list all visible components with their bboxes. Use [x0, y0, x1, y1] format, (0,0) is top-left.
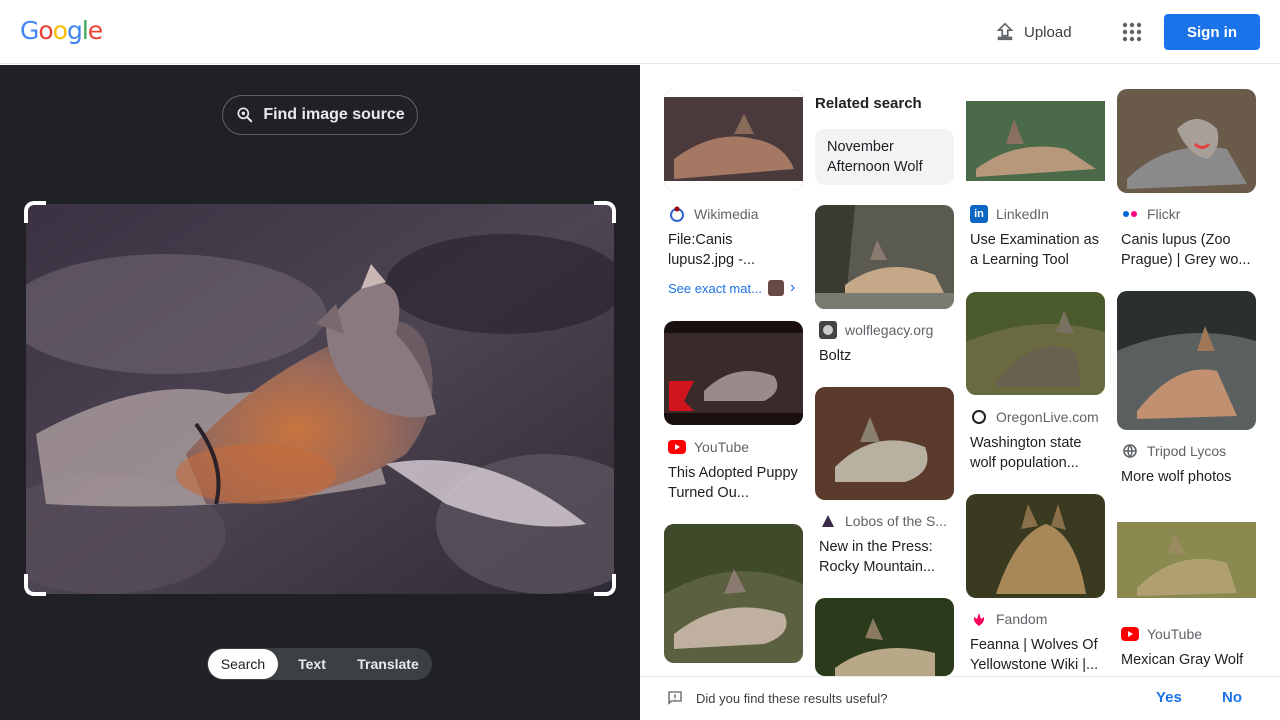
sign-in-button[interactable]: Sign in — [1164, 14, 1260, 50]
query-wolf-image — [26, 204, 614, 594]
result-title[interactable]: More wolf photos — [1121, 467, 1256, 487]
chevron-right-icon: › — [789, 279, 796, 296]
feedback-yes-button[interactable]: Yes — [1156, 689, 1182, 706]
crop-handle-top-left[interactable] — [24, 201, 46, 223]
result-thumbnail[interactable] — [1117, 89, 1256, 193]
lobos-icon — [819, 512, 837, 530]
result-title[interactable]: This Adopted Puppy Turned Ou... — [668, 463, 798, 503]
crop-handle-top-right[interactable] — [594, 201, 616, 223]
result-title[interactable]: New in the Press: Rocky Mountain... — [819, 537, 949, 577]
query-image-panel: Find image source Search Text Translate — [0, 65, 640, 720]
result-source-name: Lobos of the S... — [845, 513, 947, 529]
see-exact-label: See exact mat... — [668, 280, 762, 296]
fandom-icon — [970, 610, 988, 628]
result-source[interactable]: Flickr — [1121, 205, 1256, 223]
result-source-name: wolflegacy.org — [845, 322, 934, 338]
result-source-name: Flickr — [1147, 206, 1181, 222]
result-thumbnail[interactable] — [664, 89, 803, 191]
wikimedia-icon — [668, 205, 686, 223]
mode-search-tab[interactable]: Search — [208, 649, 278, 679]
apps-grid-button[interactable] — [1116, 16, 1148, 48]
result-source[interactable]: OregonLive.com — [970, 408, 1105, 426]
result-thumbnail[interactable] — [664, 321, 803, 425]
youtube-icon — [1121, 625, 1139, 643]
result-thumbnail[interactable] — [664, 524, 803, 663]
mode-switcher: Search Text Translate — [207, 648, 432, 680]
result-source-name: LinkedIn — [996, 206, 1049, 222]
mode-translate-tab[interactable]: Translate — [346, 649, 430, 679]
result-thumbnail[interactable] — [1117, 291, 1256, 430]
result-source[interactable]: Fandom — [970, 610, 1105, 628]
linkedin-icon: in — [970, 205, 988, 223]
result-title[interactable]: Washington state wolf population... — [970, 433, 1105, 473]
result-title[interactable]: File:Canis lupus2.jpg -... — [668, 230, 798, 270]
result-source-name: Wikimedia — [694, 206, 759, 222]
wolflegacy-icon — [819, 321, 837, 339]
result-title[interactable]: Use Examination as a Learning Tool — [970, 230, 1105, 270]
result-source[interactable]: Wikimedia — [668, 205, 803, 223]
result-title[interactable]: Boltz — [819, 346, 949, 366]
logo-letter: o — [38, 16, 53, 45]
logo-letter: G — [20, 16, 39, 45]
flickr-icon — [1121, 205, 1139, 223]
result-thumbnail[interactable] — [1117, 508, 1256, 613]
result-title[interactable]: Mexican Gray Wolf — [1121, 650, 1256, 670]
result-source[interactable]: Tripod Lycos — [1121, 442, 1256, 460]
result-thumbnail[interactable] — [815, 205, 954, 309]
feedback-icon — [668, 691, 682, 705]
apps-grid-icon — [1122, 22, 1142, 42]
oregonlive-icon — [970, 408, 988, 426]
logo-letter: e — [87, 16, 103, 45]
crop-handle-bottom-left[interactable] — [24, 574, 46, 596]
result-title[interactable]: Canis lupus (Zoo Prague) | Grey wo... — [1121, 230, 1256, 270]
logo-letter: o — [52, 16, 68, 45]
find-image-source-label: Find image source — [263, 106, 405, 123]
result-source-name: Tripod Lycos — [1147, 443, 1227, 459]
related-search-heading: Related search — [815, 95, 922, 112]
result-thumbnail[interactable] — [815, 387, 954, 500]
result-thumbnail[interactable] — [966, 89, 1105, 193]
feedback-question: Did you find these results useful? — [666, 689, 888, 707]
result-title[interactable]: Feanna | Wolves Of Yellowstone Wiki |... — [970, 635, 1105, 675]
feedback-question-label: Did you find these results useful? — [696, 690, 888, 706]
result-source-name: YouTube — [1147, 626, 1203, 642]
mode-text-tab[interactable]: Text — [278, 649, 346, 679]
results-panel: Wikimedia File:Canis lupus2.jpg -... See… — [640, 65, 1280, 720]
globe-icon — [1121, 442, 1139, 460]
feedback-no-button[interactable]: No — [1222, 689, 1242, 706]
upload-icon — [996, 22, 1014, 41]
google-logo[interactable]: Google — [20, 16, 103, 45]
result-thumbnail[interactable] — [966, 292, 1105, 395]
see-exact-matches-link[interactable]: See exact mat... › — [668, 279, 795, 297]
upload-label: Upload — [1024, 23, 1072, 41]
lens-search-icon — [237, 107, 253, 123]
result-source[interactable]: Lobos of the S... — [819, 512, 954, 530]
result-source-name: OregonLive.com — [996, 409, 1099, 425]
result-thumbnail[interactable] — [966, 494, 1105, 598]
youtube-icon — [668, 438, 686, 456]
result-source[interactable]: YouTube — [1121, 625, 1256, 643]
result-source[interactable]: in LinkedIn — [970, 205, 1105, 223]
upload-button[interactable]: Upload — [988, 14, 1084, 50]
find-image-source-button[interactable]: Find image source — [222, 95, 418, 135]
related-search-chip[interactable]: November Afternoon Wolf — [815, 129, 954, 185]
result-source[interactable]: wolflegacy.org — [819, 321, 954, 339]
result-source-name: Fandom — [996, 611, 1048, 627]
logo-letter: g — [66, 16, 83, 45]
feedback-bar: Did you find these results useful? Yes N… — [640, 676, 1280, 720]
top-header: Google Upload Sign in — [0, 0, 1280, 64]
result-source[interactable]: YouTube — [668, 438, 803, 456]
exact-match-thumb — [767, 280, 784, 296]
result-thumbnail[interactable] — [815, 598, 954, 676]
result-source-name: YouTube — [694, 439, 750, 455]
crop-handle-bottom-right[interactable] — [594, 574, 616, 596]
